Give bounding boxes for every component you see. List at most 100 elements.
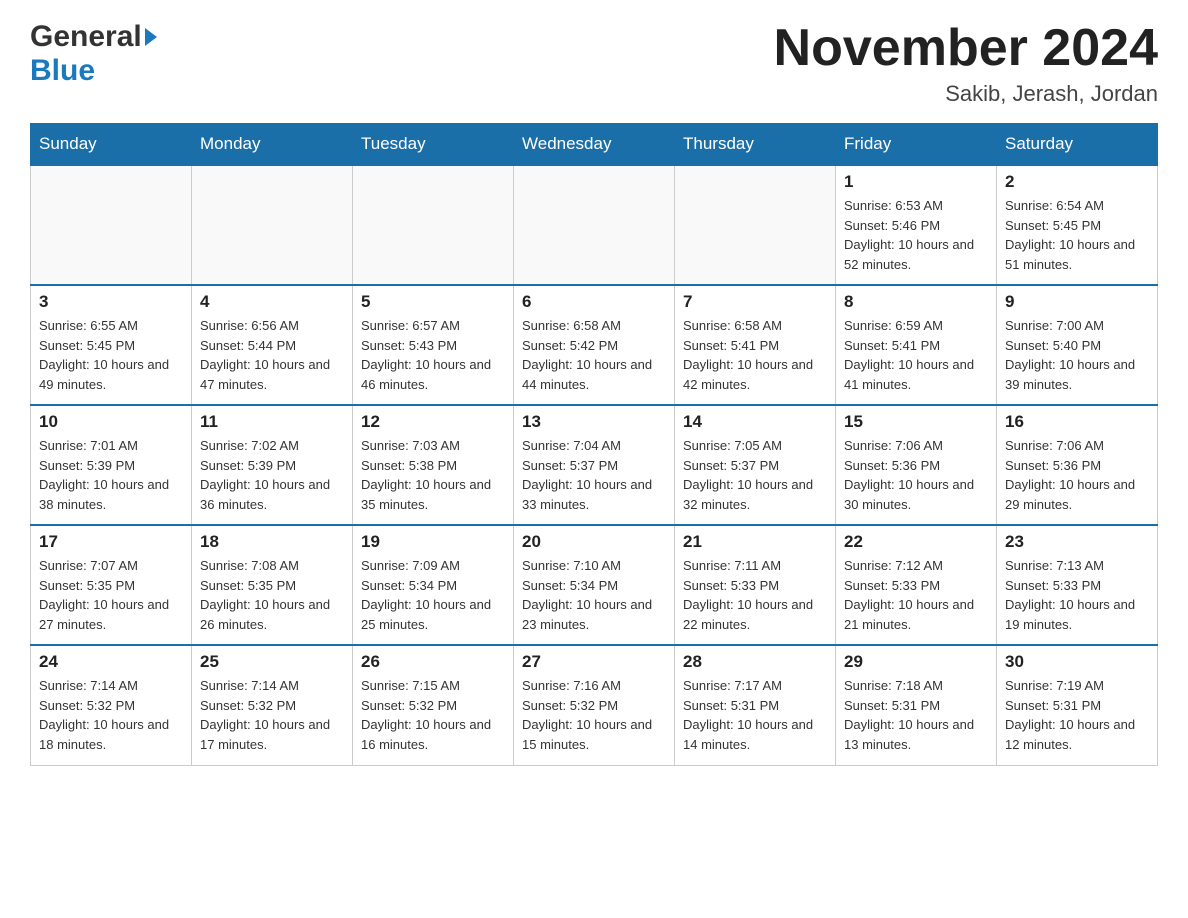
month-title: November 2024 (774, 20, 1158, 77)
calendar-cell (353, 165, 514, 285)
day-info: Sunrise: 7:03 AMSunset: 5:38 PMDaylight:… (361, 436, 505, 514)
day-info: Sunrise: 6:54 AMSunset: 5:45 PMDaylight:… (1005, 196, 1149, 274)
day-number: 17 (39, 532, 183, 552)
calendar-cell: 3 Sunrise: 6:55 AMSunset: 5:45 PMDaylight… (31, 285, 192, 405)
day-number: 25 (200, 652, 344, 672)
calendar-cell: 8 Sunrise: 6:59 AMSunset: 5:41 PMDaylight… (836, 285, 997, 405)
day-info: Sunrise: 6:57 AMSunset: 5:43 PMDaylight:… (361, 316, 505, 394)
day-number: 10 (39, 412, 183, 432)
calendar-cell: 6 Sunrise: 6:58 AMSunset: 5:42 PMDaylight… (514, 285, 675, 405)
calendar-cell: 5 Sunrise: 6:57 AMSunset: 5:43 PMDaylight… (353, 285, 514, 405)
day-info: Sunrise: 7:04 AMSunset: 5:37 PMDaylight:… (522, 436, 666, 514)
day-info: Sunrise: 6:58 AMSunset: 5:42 PMDaylight:… (522, 316, 666, 394)
day-info: Sunrise: 7:19 AMSunset: 5:31 PMDaylight:… (1005, 676, 1149, 754)
day-number: 26 (361, 652, 505, 672)
day-number: 8 (844, 292, 988, 312)
title-block: November 2024 Sakib, Jerash, Jordan (774, 20, 1158, 107)
calendar-cell: 17Sunrise: 7:07 AMSunset: 5:35 PMDayligh… (31, 525, 192, 645)
day-number: 16 (1005, 412, 1149, 432)
day-info: Sunrise: 7:01 AMSunset: 5:39 PMDaylight:… (39, 436, 183, 514)
day-info: Sunrise: 7:00 AMSunset: 5:40 PMDaylight:… (1005, 316, 1149, 394)
calendar-header: SundayMondayTuesdayWednesdayThursdayFrid… (31, 124, 1158, 166)
day-info: Sunrise: 7:15 AMSunset: 5:32 PMDaylight:… (361, 676, 505, 754)
calendar-cell (31, 165, 192, 285)
page-header: General Blue November 2024 Sakib, Jerash… (30, 20, 1158, 107)
day-number: 13 (522, 412, 666, 432)
logo-arrow-icon (145, 28, 157, 46)
calendar-cell: 18 Sunrise: 7:08 AMSunset: 5:35 PMDayligh… (192, 525, 353, 645)
day-number: 23 (1005, 532, 1149, 552)
calendar-cell: 25 Sunrise: 7:14 AMSunset: 5:32 PMDayligh… (192, 645, 353, 765)
day-number: 21 (683, 532, 827, 552)
day-info: Sunrise: 7:18 AMSunset: 5:31 PMDaylight:… (844, 676, 988, 754)
calendar-week-row: 3 Sunrise: 6:55 AMSunset: 5:45 PMDaylight… (31, 285, 1158, 405)
calendar-cell (514, 165, 675, 285)
calendar-week-row: 1Sunrise: 6:53 AMSunset: 5:46 PMDaylight… (31, 165, 1158, 285)
weekday-header-tuesday: Tuesday (353, 124, 514, 166)
weekday-header-wednesday: Wednesday (514, 124, 675, 166)
day-number: 14 (683, 412, 827, 432)
calendar-cell: 14Sunrise: 7:05 AMSunset: 5:37 PMDayligh… (675, 405, 836, 525)
calendar-cell: 11 Sunrise: 7:02 AMSunset: 5:39 PMDayligh… (192, 405, 353, 525)
day-info: Sunrise: 7:14 AMSunset: 5:32 PMDaylight:… (200, 676, 344, 754)
calendar-cell: 19Sunrise: 7:09 AMSunset: 5:34 PMDayligh… (353, 525, 514, 645)
day-number: 5 (361, 292, 505, 312)
weekday-header-thursday: Thursday (675, 124, 836, 166)
day-info: Sunrise: 6:55 AMSunset: 5:45 PMDaylight:… (39, 316, 183, 394)
day-info: Sunrise: 7:10 AMSunset: 5:34 PMDaylight:… (522, 556, 666, 634)
day-number: 6 (522, 292, 666, 312)
day-number: 29 (844, 652, 988, 672)
calendar-cell: 27 Sunrise: 7:16 AMSunset: 5:32 PMDayligh… (514, 645, 675, 765)
day-number: 7 (683, 292, 827, 312)
day-info: Sunrise: 6:59 AMSunset: 5:41 PMDaylight:… (844, 316, 988, 394)
logo: General Blue (30, 20, 157, 88)
day-info: Sunrise: 7:02 AMSunset: 5:39 PMDaylight:… (200, 436, 344, 514)
logo-general-text: General (30, 20, 142, 54)
calendar-cell: 16 Sunrise: 7:06 AMSunset: 5:36 PMDayligh… (997, 405, 1158, 525)
day-number: 4 (200, 292, 344, 312)
calendar-body: 1Sunrise: 6:53 AMSunset: 5:46 PMDaylight… (31, 165, 1158, 765)
day-info: Sunrise: 6:58 AMSunset: 5:41 PMDaylight:… (683, 316, 827, 394)
day-number: 27 (522, 652, 666, 672)
day-number: 11 (200, 412, 344, 432)
day-info: Sunrise: 7:13 AMSunset: 5:33 PMDaylight:… (1005, 556, 1149, 634)
day-number: 24 (39, 652, 183, 672)
calendar-week-row: 24 Sunrise: 7:14 AMSunset: 5:32 PMDayligh… (31, 645, 1158, 765)
day-info: Sunrise: 6:56 AMSunset: 5:44 PMDaylight:… (200, 316, 344, 394)
weekday-header-saturday: Saturday (997, 124, 1158, 166)
calendar-cell: 2 Sunrise: 6:54 AMSunset: 5:45 PMDaylight… (997, 165, 1158, 285)
calendar-cell: 21 Sunrise: 7:11 AMSunset: 5:33 PMDayligh… (675, 525, 836, 645)
calendar-cell: 1Sunrise: 6:53 AMSunset: 5:46 PMDaylight… (836, 165, 997, 285)
weekday-header-row: SundayMondayTuesdayWednesdayThursdayFrid… (31, 124, 1158, 166)
calendar-cell: 23 Sunrise: 7:13 AMSunset: 5:33 PMDayligh… (997, 525, 1158, 645)
day-number: 2 (1005, 172, 1149, 192)
day-number: 1 (844, 172, 988, 192)
day-number: 28 (683, 652, 827, 672)
calendar-cell: 4 Sunrise: 6:56 AMSunset: 5:44 PMDaylight… (192, 285, 353, 405)
location-subtitle: Sakib, Jerash, Jordan (774, 81, 1158, 107)
calendar-cell: 12Sunrise: 7:03 AMSunset: 5:38 PMDayligh… (353, 405, 514, 525)
day-info: Sunrise: 7:17 AMSunset: 5:31 PMDaylight:… (683, 676, 827, 754)
day-number: 18 (200, 532, 344, 552)
day-info: Sunrise: 7:08 AMSunset: 5:35 PMDaylight:… (200, 556, 344, 634)
day-number: 3 (39, 292, 183, 312)
day-number: 20 (522, 532, 666, 552)
day-number: 9 (1005, 292, 1149, 312)
calendar-week-row: 10 Sunrise: 7:01 AMSunset: 5:39 PMDayligh… (31, 405, 1158, 525)
calendar-cell: 30Sunrise: 7:19 AMSunset: 5:31 PMDayligh… (997, 645, 1158, 765)
day-info: Sunrise: 7:12 AMSunset: 5:33 PMDaylight:… (844, 556, 988, 634)
day-number: 22 (844, 532, 988, 552)
day-number: 19 (361, 532, 505, 552)
logo-blue-text: Blue (30, 54, 95, 88)
day-info: Sunrise: 7:16 AMSunset: 5:32 PMDaylight:… (522, 676, 666, 754)
weekday-header-monday: Monday (192, 124, 353, 166)
calendar-cell: 9 Sunrise: 7:00 AMSunset: 5:40 PMDaylight… (997, 285, 1158, 405)
weekday-header-friday: Friday (836, 124, 997, 166)
day-info: Sunrise: 7:06 AMSunset: 5:36 PMDaylight:… (1005, 436, 1149, 514)
calendar-cell: 28 Sunrise: 7:17 AMSunset: 5:31 PMDayligh… (675, 645, 836, 765)
calendar-cell: 26 Sunrise: 7:15 AMSunset: 5:32 PMDayligh… (353, 645, 514, 765)
calendar-table: SundayMondayTuesdayWednesdayThursdayFrid… (30, 123, 1158, 766)
calendar-cell: 20 Sunrise: 7:10 AMSunset: 5:34 PMDayligh… (514, 525, 675, 645)
day-info: Sunrise: 7:11 AMSunset: 5:33 PMDaylight:… (683, 556, 827, 634)
calendar-cell (192, 165, 353, 285)
